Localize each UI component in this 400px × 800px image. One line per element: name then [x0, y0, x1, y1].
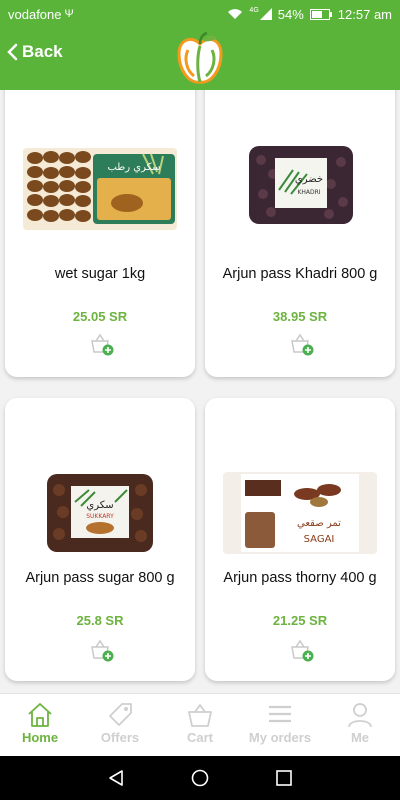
- square-recents-icon: [276, 770, 292, 786]
- product-image: سكري SUKKARY: [23, 472, 177, 554]
- nav-label: Cart: [186, 730, 213, 745]
- nav-cart[interactable]: Cart: [160, 694, 240, 756]
- chevron-left-icon: [7, 43, 18, 61]
- circle-home-icon: [191, 769, 209, 787]
- status-bar: vodafone Ψ 4G 54% 12:57 am: [0, 0, 400, 28]
- user-icon: [348, 703, 372, 728]
- product-image: خضري KHADRI: [223, 144, 377, 226]
- product-price: 25.05 SR: [72, 309, 128, 324]
- basket-icon: [188, 703, 212, 727]
- product-image-label: سكري رطب: [107, 162, 160, 173]
- nav-offers[interactable]: Offers: [80, 694, 160, 756]
- product-image-sublabel: SAGAI: [304, 534, 335, 545]
- product-price: 38.95 SR: [272, 309, 328, 324]
- nav-label: Me: [350, 730, 370, 745]
- home-icon: [28, 703, 52, 727]
- product-image-sublabel: SUKKARY: [86, 513, 114, 520]
- triangle-back-icon: [109, 770, 123, 786]
- product-image-sublabel: KHADRI: [297, 189, 320, 196]
- product-name: Arjun pass thorny 400 g: [223, 570, 377, 586]
- add-to-cart-icon[interactable]: [89, 638, 115, 662]
- product-image: سكري رطب: [23, 148, 177, 230]
- product-image: تمر صقعي SAGAI: [223, 472, 377, 554]
- top-bar: Back: [0, 28, 400, 90]
- nav-label: My orders: [248, 730, 312, 745]
- bottom-nav: Home Offers Cart My orders Me: [0, 693, 400, 756]
- system-back-button[interactable]: [107, 769, 125, 787]
- product-card[interactable]: تمر صقعي SAGAI Arjun pass thorny 400 g 2…: [205, 398, 395, 681]
- battery-percent: 54%: [277, 6, 304, 22]
- product-card[interactable]: خضري KHADRI Arjun pass Khadri 800 g 38.9…: [205, 90, 395, 377]
- product-name: Arjun pass sugar 800 g: [25, 570, 175, 586]
- system-recents-button[interactable]: [275, 769, 293, 787]
- network-type: 4G: [249, 6, 259, 14]
- system-home-button[interactable]: [191, 769, 209, 787]
- nav-label: Offers: [100, 730, 140, 745]
- nav-me[interactable]: Me: [320, 694, 400, 756]
- add-to-cart-icon[interactable]: [289, 638, 315, 662]
- signal-icon: [259, 8, 272, 20]
- wifi-icon: [228, 9, 243, 19]
- product-name: Arjun pass Khadri 800 g: [222, 266, 378, 282]
- product-price: 25.8 SR: [76, 613, 124, 628]
- nav-my-orders[interactable]: My orders: [240, 694, 320, 756]
- apple-logo-icon: [177, 32, 223, 84]
- carrier-name: vodafone: [8, 6, 62, 22]
- product-name: wet sugar 1kg: [54, 266, 146, 282]
- nav-home[interactable]: Home: [0, 694, 80, 756]
- product-card[interactable]: سكري رطب wet sugar 1kg 25.05 SR: [5, 90, 195, 377]
- back-label: Back: [22, 42, 63, 61]
- back-button[interactable]: Back: [6, 42, 63, 62]
- product-grid: سكري رطب wet sugar 1kg 25.05 SR خضري KHA…: [0, 90, 400, 693]
- add-to-cart-icon[interactable]: [89, 332, 115, 356]
- battery-icon: [309, 8, 332, 20]
- product-price: 21.25 SR: [272, 613, 328, 628]
- list-icon: [269, 705, 291, 723]
- product-image-label: تمر صقعي: [297, 518, 341, 529]
- product-image-label: سكري: [86, 500, 113, 511]
- usb-icon: Ψ: [64, 8, 74, 20]
- product-card[interactable]: سكري SUKKARY Arjun pass sugar 800 g 25.8…: [5, 398, 195, 681]
- nav-label: Home: [21, 730, 59, 745]
- system-nav-bar: [0, 756, 400, 800]
- add-to-cart-icon[interactable]: [289, 332, 315, 356]
- clock: 12:57 am: [337, 6, 392, 22]
- product-image-label: خضري: [295, 174, 323, 185]
- tag-icon: [109, 703, 132, 726]
